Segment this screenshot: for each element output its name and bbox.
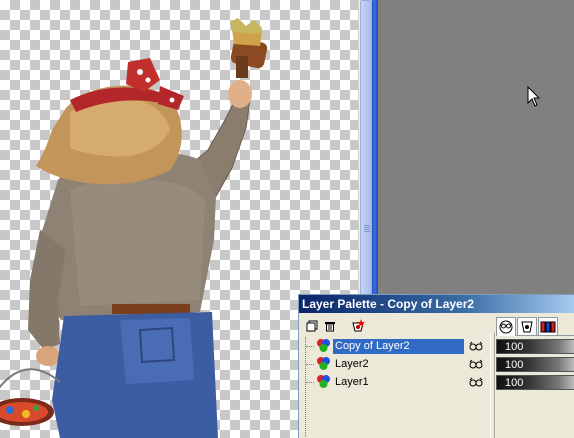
layer-row-layer1[interactable]: Layer1 — [306, 373, 488, 391]
layer-name[interactable]: Copy of Layer2 — [333, 338, 464, 354]
visibility-glasses-icon[interactable] — [467, 357, 485, 371]
pane-splitter[interactable] — [490, 333, 495, 438]
visibility-tab-icon[interactable] — [496, 317, 516, 336]
layer-property-tabs — [496, 317, 574, 336]
layer-palette[interactable]: Layer Palette - Copy of Layer2 Copy of L… — [298, 294, 574, 438]
psp-workspace: Layer Palette - Copy of Layer2 Copy of L… — [0, 0, 574, 438]
visibility-glasses-icon[interactable] — [467, 375, 485, 389]
new-layer-icon[interactable] — [305, 319, 319, 333]
tree-connector — [306, 363, 314, 365]
scrollbar-grip-icon — [364, 225, 370, 233]
raster-layer-icon — [315, 338, 333, 354]
opacity-slider[interactable]: 100 — [496, 357, 574, 372]
mouse-pointer-icon — [527, 86, 541, 107]
mask-tab-icon[interactable] — [517, 317, 537, 335]
raster-layer-icon — [315, 374, 333, 390]
layer-properties-pane: 100 100 100 — [496, 317, 574, 438]
tree-connector — [306, 381, 314, 383]
opacity-slider[interactable]: 100 — [496, 375, 574, 390]
layer-row-copy-of-layer2[interactable]: Copy of Layer2 — [306, 337, 488, 355]
opacity-slider[interactable]: 100 — [496, 339, 574, 354]
layer-name[interactable]: Layer2 — [333, 357, 464, 372]
raster-layer-icon — [315, 356, 333, 372]
delete-layer-icon[interactable] — [323, 319, 337, 333]
layer-toolbar — [305, 319, 365, 335]
opacity-column: 100 100 100 — [496, 335, 574, 390]
layer-palette-title[interactable]: Layer Palette - Copy of Layer2 — [299, 295, 574, 313]
tree-connector — [306, 345, 314, 347]
visibility-glasses-icon[interactable] — [467, 339, 485, 353]
blend-tab-icon[interactable] — [538, 317, 558, 335]
layer-properties-icon[interactable] — [351, 319, 365, 333]
layer-name[interactable]: Layer1 — [333, 375, 464, 390]
layer-row-layer2[interactable]: Layer2 — [306, 355, 488, 373]
layer-list: Copy of Layer2 Layer2 Layer1 — [305, 337, 488, 437]
